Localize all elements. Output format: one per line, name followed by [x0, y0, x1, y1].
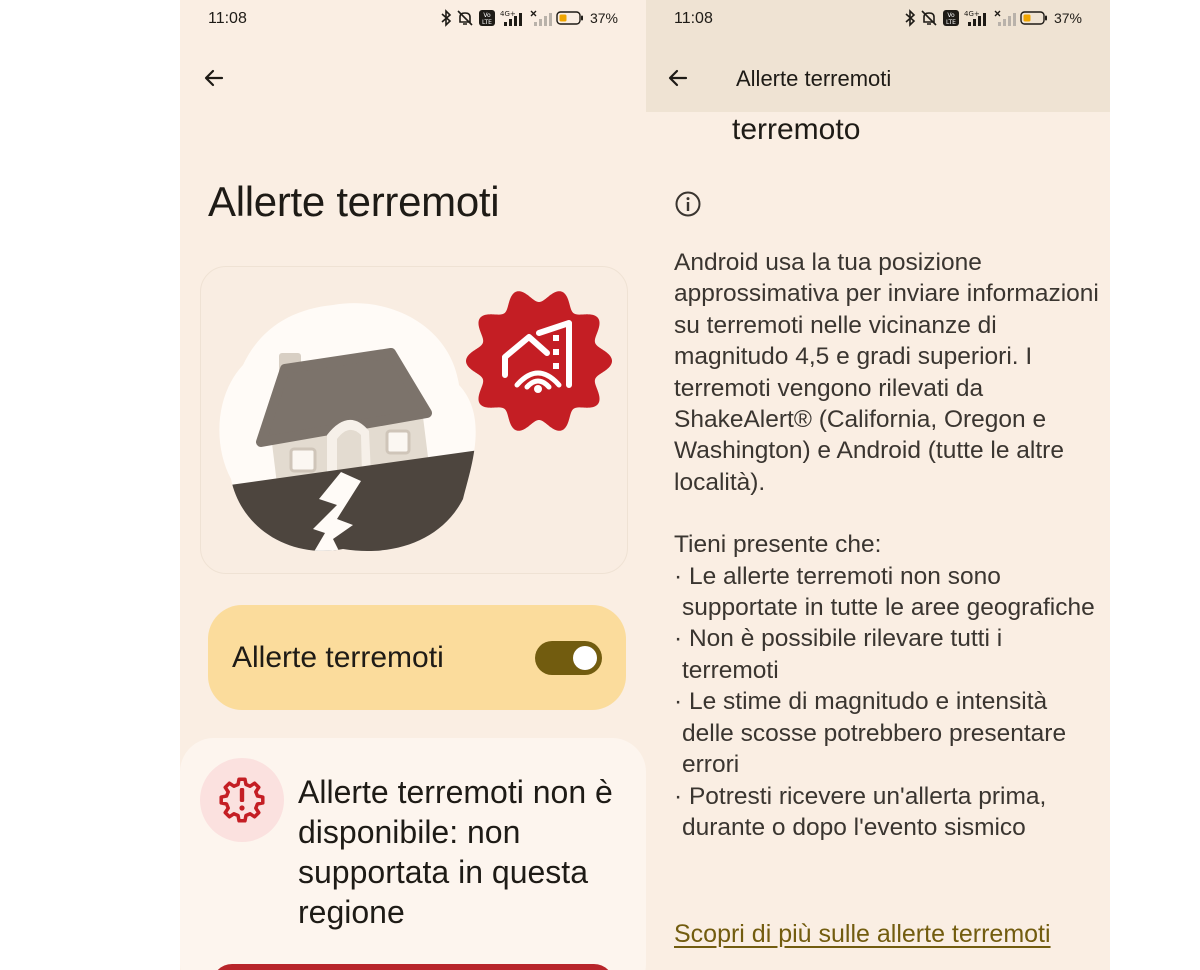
volte-icon: VoLTE — [478, 10, 495, 26]
section-heading: terremoto — [732, 113, 861, 146]
signal-4g-icon: 4G+ — [964, 10, 986, 26]
note-item: · Le stime di magnitudo e intensità dell… — [674, 688, 1067, 779]
unavailable-message: Allerte terremoti non è disponibile: non… — [298, 774, 613, 930]
svg-text:4G+: 4G+ — [964, 10, 980, 18]
status-bar: 11:08 Vo LTE 4G+ 37% — [180, 0, 646, 38]
status-time: 11:08 — [674, 10, 713, 27]
earthquake-illustration-card — [200, 266, 628, 574]
status-time: 11:08 — [208, 10, 247, 27]
silent-icon — [457, 10, 473, 26]
description-text: Android usa la tua posizione approssimat… — [674, 249, 1099, 496]
volte-icon: VoLTE — [942, 10, 959, 26]
earthquake-alerts-toggle-row[interactable]: Allerte terremoti — [208, 605, 626, 710]
notes-heading: Tieni presente che: — [674, 531, 882, 559]
right-screen: 11:08 Vo LTE 4G+ 37% Allerte terremoti te… — [646, 0, 1110, 970]
battery-percent: 37% — [1053, 10, 1082, 26]
bluetooth-icon — [441, 9, 452, 27]
signal-no-sim-icon — [994, 10, 1016, 26]
svg-text:LTE: LTE — [482, 19, 492, 26]
signal-no-sim-icon — [530, 10, 552, 26]
note-item: · Non è possibile rilevare tutti i terre… — [674, 625, 1003, 684]
unavailable-notice-card: Allerte terremoti non è disponibile: non… — [180, 738, 646, 970]
toggle-label: Allerte terremoti — [232, 641, 444, 674]
status-icons: Vo LTE 4G+ 37% — [904, 8, 1082, 28]
note-item: · Le allerte terremoti non sono supporta… — [674, 562, 1095, 622]
signal-4g-icon: 4G+ — [500, 10, 522, 26]
test-alert-button[interactable] — [212, 964, 614, 970]
svg-text:LTE: LTE — [946, 19, 956, 26]
learn-more-link[interactable]: Scopri di più sulle allerte terremoti — [674, 920, 1051, 949]
page-title: Allerte terremoti — [208, 178, 500, 225]
status-bar: 11:08 Vo LTE 4G+ 37% — [646, 0, 1110, 38]
silent-icon — [921, 10, 937, 26]
arrow-back-icon — [668, 69, 688, 87]
battery-percent: 37% — [589, 10, 618, 26]
svg-text:Vo: Vo — [947, 12, 955, 19]
info-body: Android usa la tua posizione approssimat… — [674, 247, 1099, 843]
note-item: · Potresti ricevere un'allerta prima, du… — [674, 782, 1047, 841]
svg-text:Vo: Vo — [483, 12, 491, 19]
battery-icon — [1020, 11, 1047, 25]
back-button[interactable] — [194, 58, 234, 98]
earthquake-alerts-switch[interactable] — [535, 641, 602, 675]
svg-text:4G+: 4G+ — [500, 10, 516, 18]
left-screen: 11:08 Vo LTE 4G+ 37% Allerte terremoti A… — [180, 0, 646, 970]
gear-alert-icon — [219, 777, 265, 823]
earthquake-house-illustration — [219, 291, 612, 552]
arrow-back-icon — [204, 69, 224, 87]
switch-thumb — [573, 646, 597, 670]
bluetooth-icon — [905, 9, 916, 27]
warning-icon-container — [200, 758, 284, 842]
top-app-bar: 11:08 Vo LTE 4G+ 37% Allerte terremoti — [646, 0, 1110, 112]
back-button[interactable] — [658, 58, 698, 98]
status-icons: Vo LTE 4G+ 37% — [440, 8, 618, 28]
info-icon — [675, 191, 701, 217]
app-bar-title: Allerte terremoti — [736, 66, 892, 91]
battery-icon — [556, 11, 583, 25]
